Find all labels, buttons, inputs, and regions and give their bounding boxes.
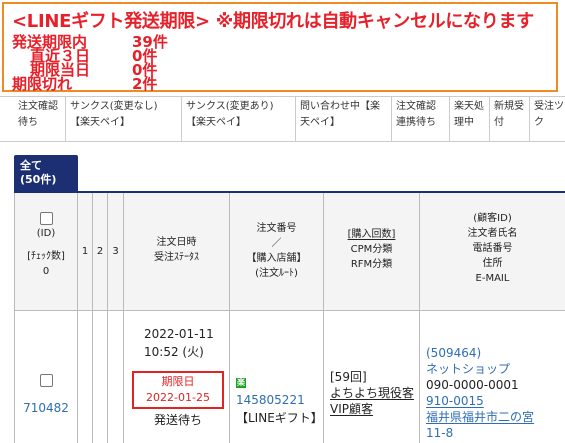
header-col-1: 1 bbox=[78, 193, 93, 311]
header-order: 注文番号 ／ 【購入店舗】 (注文ﾙｰﾄ) bbox=[230, 193, 324, 311]
header-route: (注文ﾙｰﾄ) bbox=[255, 268, 298, 279]
header-check-value: 0 bbox=[42, 266, 50, 277]
customer-name-link[interactable]: ネットショップ bbox=[426, 362, 510, 376]
deadline-box: 期限日 2022-01-25 bbox=[132, 371, 224, 409]
rakuten-icon: 楽 bbox=[236, 377, 246, 388]
header-orderer-name: 注文者氏名 bbox=[467, 228, 518, 239]
orders-table: (ID) [ﾁｪｯｸ数] 0 1 2 3 注文日時 受注ｽﾃｰﾀｽ 注文番号 ／… bbox=[14, 193, 565, 443]
row-order: 楽 145805221 【LINEギフト】 bbox=[230, 311, 324, 443]
status-tab-new[interactable]: 新規受付 bbox=[490, 97, 530, 141]
status-tab-thanks-changed[interactable]: サンクス(変更あり)【楽天ペイ】 bbox=[182, 97, 296, 141]
header-customer-id: (顧客ID) bbox=[473, 213, 512, 224]
header-date-status: 注文日時 受注ｽﾃｰﾀｽ bbox=[124, 193, 230, 311]
tab-all[interactable]: 全て (50件) bbox=[14, 155, 78, 191]
alert-row-expired: 期限切れ 2件 bbox=[12, 75, 157, 93]
header-date: 注文日時 bbox=[156, 237, 197, 248]
status-tab-order-confirm-wait[interactable]: 注文確認待ち bbox=[14, 97, 66, 141]
header-col-2: 2 bbox=[93, 193, 108, 311]
row-purchase: [59回] よちよち現役客 VIP顧客 bbox=[324, 311, 420, 443]
order-number-link[interactable]: 145805221 bbox=[236, 393, 305, 407]
customer-address-link[interactable]: 福井県福井市二の宮 bbox=[426, 410, 534, 424]
header-email: E-MAIL bbox=[475, 273, 510, 284]
status-tab-confirm-link-wait[interactable]: 注文確認連携待ち bbox=[392, 97, 450, 141]
table-row: 710482 bbox=[14, 311, 78, 443]
tab-all-count: (50件) bbox=[20, 173, 57, 186]
header-check-count: [ﾁｪｯｸ数] bbox=[27, 251, 65, 262]
row-id-link[interactable]: 710482 bbox=[23, 401, 69, 415]
header-col-3: 3 bbox=[108, 193, 124, 311]
status-tab-rakuten-processing[interactable]: 楽天処理中 bbox=[450, 97, 490, 141]
order-store: 【LINEギフト】 bbox=[236, 411, 323, 425]
status-tab-thanks-unchanged[interactable]: サンクス(変更なし)【楽天ペイ】 bbox=[66, 97, 182, 141]
header-address: 住所 bbox=[482, 258, 503, 269]
header-purchase: [購入回数] CPM分類 RFM分類 bbox=[324, 193, 420, 311]
row-checkbox[interactable] bbox=[39, 374, 53, 387]
customer-address-line2[interactable]: 11-8 bbox=[426, 426, 453, 440]
header-phone: 電話番号 bbox=[472, 243, 513, 254]
alert-row-value: 2件 bbox=[132, 75, 158, 93]
header-rfm: RFM分類 bbox=[350, 259, 393, 270]
customer-id-link[interactable]: (509464) bbox=[426, 346, 481, 360]
row-col-2 bbox=[93, 311, 108, 443]
row-col-1 bbox=[78, 311, 93, 443]
row-col-3 bbox=[108, 311, 124, 443]
shipping-deadline-alert: <LINEギフト発送期限> ※期限切れは自動キャンセルになります 発送期限内 3… bbox=[2, 2, 558, 92]
cpm-class: よちよち現役客 bbox=[330, 386, 415, 400]
deadline-label: 期限日 bbox=[161, 375, 195, 388]
customer-phone: 090-0000-0001 bbox=[426, 378, 519, 392]
order-time: 10:52 (火) bbox=[144, 345, 204, 359]
header-cpm: CPM分類 bbox=[350, 244, 393, 255]
header-id: (ID) [ﾁｪｯｸ数] 0 bbox=[14, 193, 78, 311]
order-status: 発送待ち bbox=[154, 413, 203, 427]
header-customer: (顧客ID) 注文者氏名 電話番号 住所 E-MAIL bbox=[420, 193, 565, 311]
header-slash: ／ bbox=[271, 238, 282, 249]
header-status: 受注ｽﾃｰﾀｽ bbox=[154, 252, 199, 263]
tab-all-label: 全て bbox=[20, 159, 42, 172]
header-id-label: (ID) bbox=[36, 228, 56, 239]
alert-title: <LINEギフト発送期限> ※期限切れは自動キャンセルになります bbox=[12, 11, 534, 32]
rfm-class: VIP顧客 bbox=[330, 402, 373, 416]
order-date: 2022-01-11 bbox=[144, 327, 214, 341]
status-tab-inquiry[interactable]: 問い合わせ中【楽天ペイ】 bbox=[296, 97, 392, 141]
status-tab-order-tsuku[interactable]: 受注ツク bbox=[530, 97, 565, 141]
deadline-date: 2022-01-25 bbox=[146, 391, 210, 404]
select-all-checkbox[interactable] bbox=[39, 211, 53, 225]
customer-zip-link[interactable]: 910-0015 bbox=[426, 394, 484, 408]
row-date-status: 2022-01-11 10:52 (火) 期限日 2022-01-25 発送待ち bbox=[124, 311, 230, 443]
header-purchase-count[interactable]: [購入回数] bbox=[348, 229, 396, 240]
header-order-no: 注文番号 bbox=[256, 223, 297, 234]
purchase-count: [59回] bbox=[330, 370, 367, 384]
header-store: 【購入店舗】 bbox=[246, 253, 307, 264]
alert-row-label: 期限切れ bbox=[12, 75, 73, 93]
row-customer: (509464) ネットショップ 090-0000-0001 910-0015 … bbox=[420, 311, 565, 443]
status-filter-strip: 注文確認待ち サンクス(変更なし)【楽天ペイ】 サンクス(変更あり)【楽天ペイ】… bbox=[0, 96, 565, 142]
